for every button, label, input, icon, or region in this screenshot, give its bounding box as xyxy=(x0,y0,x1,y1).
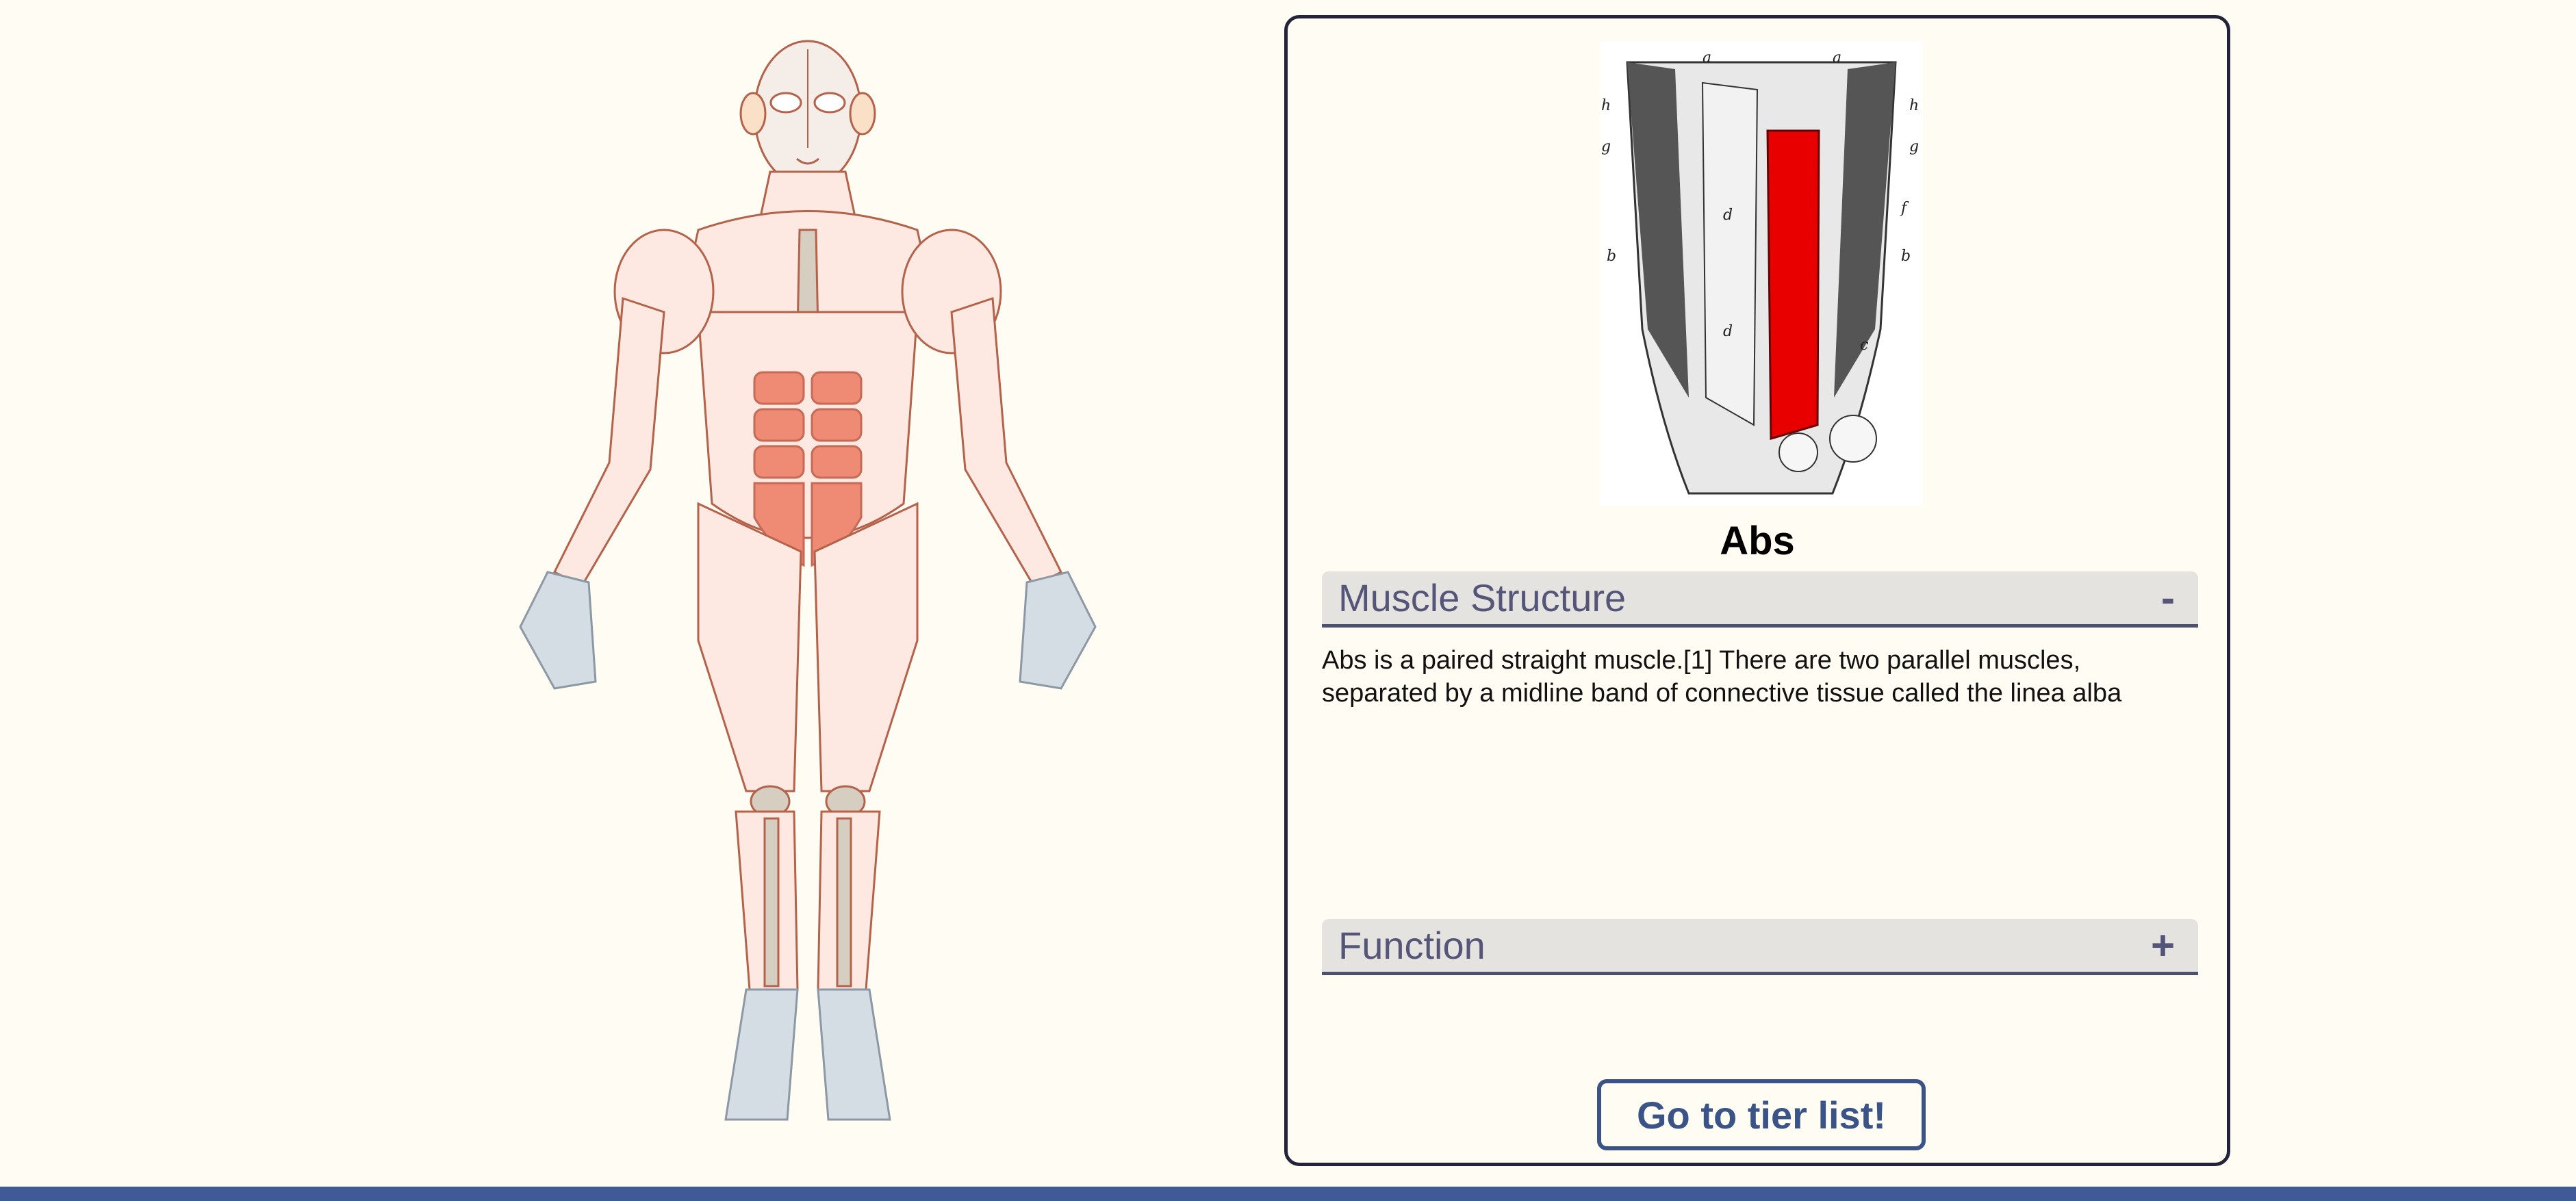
muscle-info-panel: a a h h g g f b b d d c Abs Muscle Struc… xyxy=(1284,15,2230,1166)
muscle-structure-accordion-header[interactable]: Muscle Structure - xyxy=(1322,571,2198,628)
illus-label: b xyxy=(1901,248,1911,265)
torso-side[interactable] xyxy=(697,311,919,539)
right-foot[interactable] xyxy=(817,988,891,1121)
right-thigh[interactable] xyxy=(813,502,919,792)
muscle-structure-text: Abs is a paired straight muscle.[1] Ther… xyxy=(1322,646,2122,708)
illus-label: a xyxy=(1703,49,1711,66)
illus-label: a xyxy=(1833,49,1841,66)
illus-label: b xyxy=(1607,248,1616,265)
collapse-icon[interactable]: - xyxy=(2161,574,2182,621)
illus-label: f xyxy=(1900,200,1909,217)
illus-label: g xyxy=(1909,138,1919,155)
illus-label: h xyxy=(1601,97,1611,114)
illus-label: d xyxy=(1723,207,1733,224)
expand-icon[interactable]: + xyxy=(2151,922,2182,969)
illus-label: g xyxy=(1601,138,1611,155)
left-foot[interactable] xyxy=(724,988,799,1121)
left-tibia xyxy=(763,817,780,987)
right-tibia xyxy=(836,817,852,987)
accordion-title: Function xyxy=(1338,924,1485,967)
muscle-name-title: Abs xyxy=(1720,519,1795,563)
function-accordion-header[interactable]: Function + xyxy=(1322,919,2198,975)
body-muscle-map xyxy=(519,40,1097,1121)
right-arm[interactable] xyxy=(950,296,1063,587)
illus-label: c xyxy=(1860,337,1868,354)
footer-bar xyxy=(0,1187,2576,1201)
right-hand[interactable] xyxy=(1019,571,1097,690)
left-thigh[interactable] xyxy=(697,502,802,792)
accordion-title: Muscle Structure xyxy=(1338,576,1627,619)
illus-label: d xyxy=(1723,323,1733,340)
go-to-tier-list-button[interactable]: Go to tier list! xyxy=(1597,1079,1926,1150)
abdominal-muscle-illustration: a a h h g g f b b d d c xyxy=(1600,42,1923,506)
left-hand[interactable] xyxy=(519,571,597,690)
illus-label: h xyxy=(1909,97,1919,114)
head[interactable] xyxy=(739,40,876,188)
left-arm[interactable] xyxy=(552,296,665,587)
